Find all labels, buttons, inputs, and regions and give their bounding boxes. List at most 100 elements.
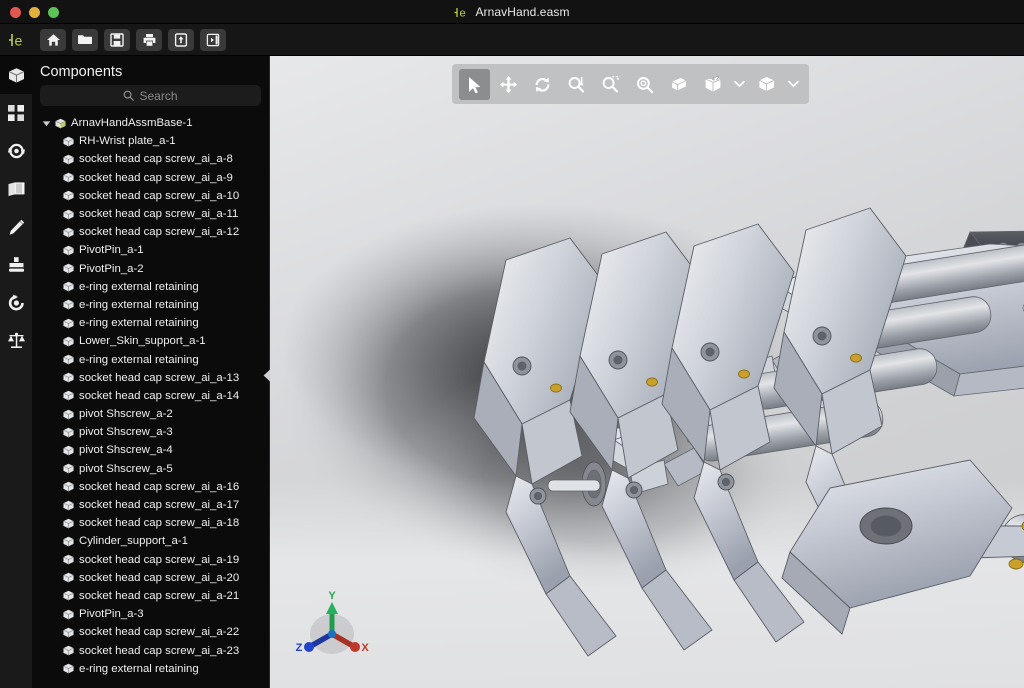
tree-item[interactable]: socket head cap screw_ai_a-9 [32,169,269,187]
display-style-button[interactable] [751,69,782,100]
app-toolbar: e [0,24,1024,56]
tree-item-label: Lower_Skin_support_a-1 [79,335,206,348]
title-bar-center: e ArnavHand.easm [0,0,1024,24]
tree-item-label: socket head cap screw_ai_a-22 [79,626,240,639]
pan-tool-button[interactable] [493,69,524,100]
tree-item[interactable]: pivot Shscrew_a-2 [32,405,269,423]
tree-item[interactable]: socket head cap screw_ai_a-19 [32,551,269,569]
axis-y-label: Y [328,590,336,602]
share-export-icon [174,32,188,47]
tree-item[interactable]: e-ring external retaining [32,350,269,368]
tree-item-label: e-ring external retaining [79,280,199,293]
rail-item-mass-properties[interactable] [0,322,32,360]
tree-expand-toggle[interactable] [42,119,51,128]
tree-item-root[interactable]: ArnavHandAssmBase-1 [32,114,269,132]
chevron-down-icon [734,80,745,88]
rail-item-configurations[interactable] [0,94,32,132]
tree-item-label: socket head cap screw_ai_a-19 [79,553,240,566]
zoom-to-fit-button[interactable] [629,69,660,100]
rotate-arrows-icon [7,143,25,159]
tree-item[interactable]: pivot Shscrew_a-5 [32,460,269,478]
print-button[interactable] [136,28,162,51]
sidebar-panel-icon [206,33,220,46]
tree-item[interactable]: e-ring external retaining [32,660,269,678]
home-button[interactable] [40,28,66,51]
open-button[interactable] [72,28,98,51]
zoom-in-out-button[interactable] [561,69,592,100]
tree-item[interactable]: socket head cap screw_ai_a-12 [32,223,269,241]
component-cube-icon [63,463,74,474]
tree-item[interactable]: e-ring external retaining [32,296,269,314]
tree-item[interactable]: pivot Shscrew_a-3 [32,423,269,441]
axis-x-label: X [361,642,369,654]
stamp-icon [8,257,24,272]
normal-to-button[interactable] [663,69,694,100]
toggle-sidebar-button[interactable] [200,28,226,51]
svg-text:2: 2 [716,76,719,82]
tree-item-label: socket head cap screw_ai_a-14 [79,389,240,402]
tree-item[interactable]: socket head cap screw_ai_a-22 [32,623,269,641]
3d-viewport[interactable]: 42 Y X Z [270,56,1024,688]
view-orientation-cube-icon: 42 [705,76,721,92]
tree-item[interactable]: PivotPin_a-3 [32,605,269,623]
cube-icon [8,67,24,83]
rail-item-animation[interactable] [0,132,32,170]
tree-item[interactable]: socket head cap screw_ai_a-8 [32,150,269,168]
component-cube-icon [63,627,74,638]
tree-item[interactable]: socket head cap screw_ai_a-16 [32,478,269,496]
save-floppy-icon [110,32,124,47]
component-tree[interactable]: ArnavHandAssmBase-1 RH-Wrist plate_a-1 soc… [32,112,269,678]
view-orientation-button[interactable]: 42 [697,69,728,100]
axis-triad: Y X Z [292,588,372,668]
component-cube-icon [63,500,74,510]
tree-item[interactable]: Lower_Skin_support_a-1 [32,332,269,350]
svg-text:4: 4 [712,77,715,83]
tree-item-label: e-ring external retaining [79,298,199,311]
view-normal-cube-icon [671,77,687,90]
component-cube-icon [63,373,74,383]
tree-item[interactable]: PivotPin_a-1 [32,241,269,259]
folder-open-icon [78,35,92,44]
tree-item[interactable]: Cylinder_support_a-1 [32,532,269,550]
tree-item[interactable]: PivotPin_a-2 [32,260,269,278]
tree-item[interactable]: e-ring external retaining [32,314,269,332]
search-wrapper: Search [32,85,269,112]
save-button[interactable] [104,28,130,51]
axis-z-label: Z [296,642,303,654]
tree-item[interactable]: socket head cap screw_ai_a-13 [32,369,269,387]
tree-item[interactable]: socket head cap screw_ai_a-23 [32,641,269,659]
printer-icon [143,33,155,46]
component-cube-icon [63,172,74,183]
component-cube-icon [63,336,74,347]
edrawings-window: e ArnavHand.easm e Components Search Arn… [0,0,1024,688]
rail-item-stamp[interactable] [0,246,32,284]
component-cube-icon [63,191,74,201]
tree-item[interactable]: socket head cap screw_ai_a-14 [32,387,269,405]
tree-item[interactable]: socket head cap screw_ai_a-21 [32,587,269,605]
tree-item[interactable]: pivot Shscrew_a-4 [32,441,269,459]
tree-item[interactable]: socket head cap screw_ai_a-17 [32,496,269,514]
search-input[interactable]: Search [40,85,261,106]
select-tool-button[interactable] [459,68,490,100]
tree-item[interactable]: socket head cap screw_ai_a-11 [32,205,269,223]
view-orientation-button-dropdown[interactable] [731,69,748,100]
tree-item[interactable]: e-ring external retaining [32,278,269,296]
rotate-tool-button[interactable] [527,69,558,100]
tree-item[interactable]: RH-Wrist plate_a-1 [32,132,269,150]
tree-item[interactable]: socket head cap screw_ai_a-20 [32,569,269,587]
rail-item-rotate-view[interactable] [0,284,32,322]
tree-item[interactable]: socket head cap screw_ai_a-10 [32,187,269,205]
component-cube-icon [63,536,74,547]
component-cube-icon [63,282,74,292]
rail-item-sheets[interactable] [0,170,32,208]
share-button[interactable] [168,28,194,51]
rail-item-components[interactable] [0,56,32,94]
component-cube-icon [63,554,74,565]
tree-item[interactable]: socket head cap screw_ai_a-18 [32,514,269,532]
tree-item-label: socket head cap screw_ai_a-11 [79,208,239,221]
rail-item-markup[interactable] [0,208,32,246]
robotic-hand-model[interactable] [270,56,1024,688]
display-style-button-dropdown[interactable] [785,69,802,100]
component-cube-icon [63,427,74,437]
zoom-to-area-button[interactable] [595,69,626,100]
